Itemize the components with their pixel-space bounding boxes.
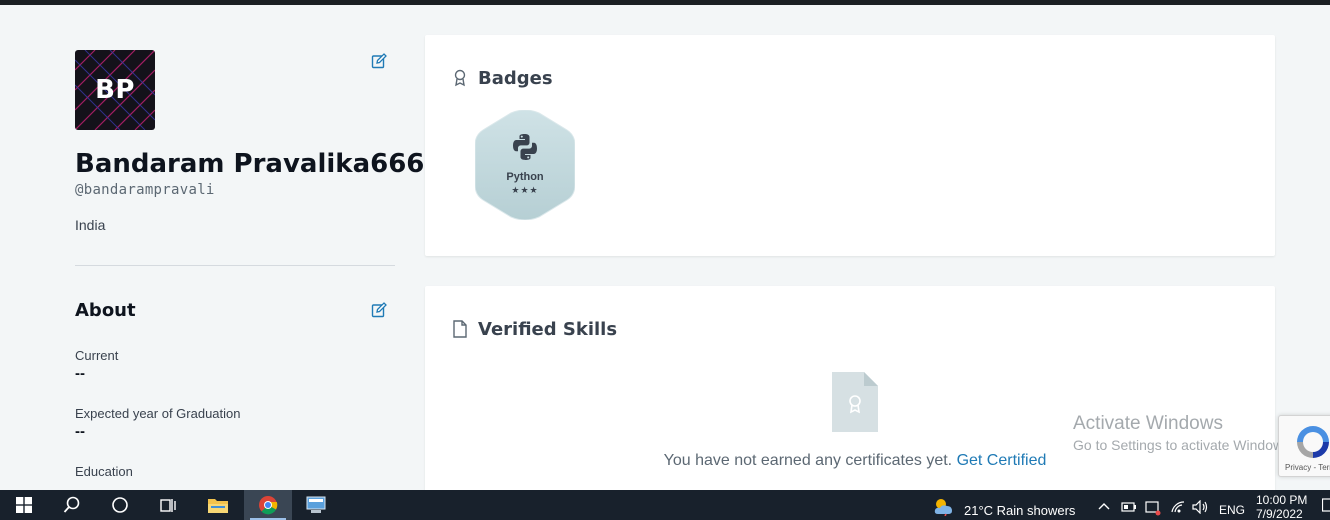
battery-icon[interactable] — [1121, 502, 1137, 512]
windows-logo-icon — [16, 497, 32, 513]
award-icon — [454, 69, 466, 87]
get-certified-link[interactable]: Get Certified — [957, 452, 1047, 469]
start-button[interactable] — [0, 490, 48, 520]
app-button[interactable] — [292, 490, 340, 520]
verified-skills-title: Verified Skills — [478, 319, 618, 340]
badges-card: Badges Python ★★★ — [425, 35, 1275, 256]
computer-app-icon — [306, 496, 326, 513]
file-explorer-button[interactable] — [194, 490, 242, 520]
chrome-icon — [259, 496, 278, 515]
taskbar-clock[interactable]: 10:00 PM 7/9/2022 — [1256, 493, 1307, 520]
edit-icon — [371, 53, 387, 69]
task-view-icon — [160, 499, 176, 512]
activate-windows-watermark: Activate Windows Go to Settings to activ… — [1073, 413, 1294, 453]
search-icon — [63, 496, 80, 513]
badges-title: Badges — [478, 68, 553, 89]
profile-country: India — [75, 217, 106, 233]
browser-top-edge — [0, 0, 1330, 5]
about-title: About — [75, 300, 136, 321]
no-certificates-message: You have not earned any certificates yet… — [425, 452, 1285, 470]
no-certificates-text: You have not earned any certificates yet… — [663, 452, 953, 469]
verified-skills-card: Verified Skills You have not earned any … — [425, 286, 1275, 506]
search-button[interactable] — [48, 490, 96, 520]
chevron-up-icon[interactable] — [1098, 502, 1110, 510]
edit-about-button[interactable] — [371, 302, 389, 320]
field-value-current: -- — [75, 365, 85, 382]
profile-handle: @bandarampravali — [75, 182, 215, 198]
divider — [75, 265, 395, 266]
activate-windows-subtitle: Go to Settings to activate Windows. — [1073, 437, 1294, 453]
badge-hexagon — [474, 109, 576, 221]
recaptcha-text: Privacy - Terms — [1285, 463, 1330, 472]
badge-python[interactable]: Python ★★★ — [474, 109, 576, 221]
volume-icon[interactable] — [1192, 500, 1210, 514]
language-indicator[interactable]: ENG — [1219, 503, 1245, 517]
badge-label: Python — [506, 171, 544, 183]
edit-profile-button[interactable] — [371, 53, 389, 71]
clock-date: 7/9/2022 — [1256, 507, 1303, 520]
avatar[interactable]: BP — [75, 50, 155, 130]
weather-text[interactable]: 21°C Rain showers — [964, 503, 1075, 518]
security-icon[interactable] — [1145, 500, 1161, 516]
profile-sidebar: BP Bandaram Pravalika666 @bandarampraval… — [75, 50, 424, 479]
weather-icon — [934, 499, 952, 516]
python-icon — [513, 134, 537, 160]
cortana-button[interactable] — [96, 490, 144, 520]
notifications-icon[interactable] — [1322, 498, 1330, 512]
profile-name: Bandaram Pravalika666 — [75, 149, 425, 179]
field-value-graduation: -- — [75, 423, 85, 440]
cortana-icon — [112, 497, 128, 513]
folder-icon — [208, 499, 228, 513]
edit-icon — [371, 302, 387, 318]
document-icon — [453, 320, 467, 338]
field-label-graduation: Expected year of Graduation — [75, 406, 241, 421]
clock-time: 10:00 PM — [1256, 493, 1308, 507]
badge-stars: ★★★ — [511, 185, 539, 195]
windows-taskbar: 21°C Rain showers ENG 10:00 PM 7/9/2022 — [0, 490, 1330, 520]
recaptcha-badge[interactable]: Privacy - Terms — [1278, 415, 1330, 477]
avatar-initials: BP — [95, 75, 135, 105]
task-view-button[interactable] — [144, 490, 192, 520]
recaptcha-icon — [1297, 426, 1329, 458]
field-label-current: Current — [75, 348, 119, 363]
wifi-icon[interactable] — [1170, 500, 1186, 514]
field-label-education: Education — [75, 464, 133, 479]
chrome-button[interactable] — [244, 490, 292, 520]
activate-windows-title: Activate Windows — [1073, 413, 1223, 434]
certificate-icon — [832, 372, 878, 432]
